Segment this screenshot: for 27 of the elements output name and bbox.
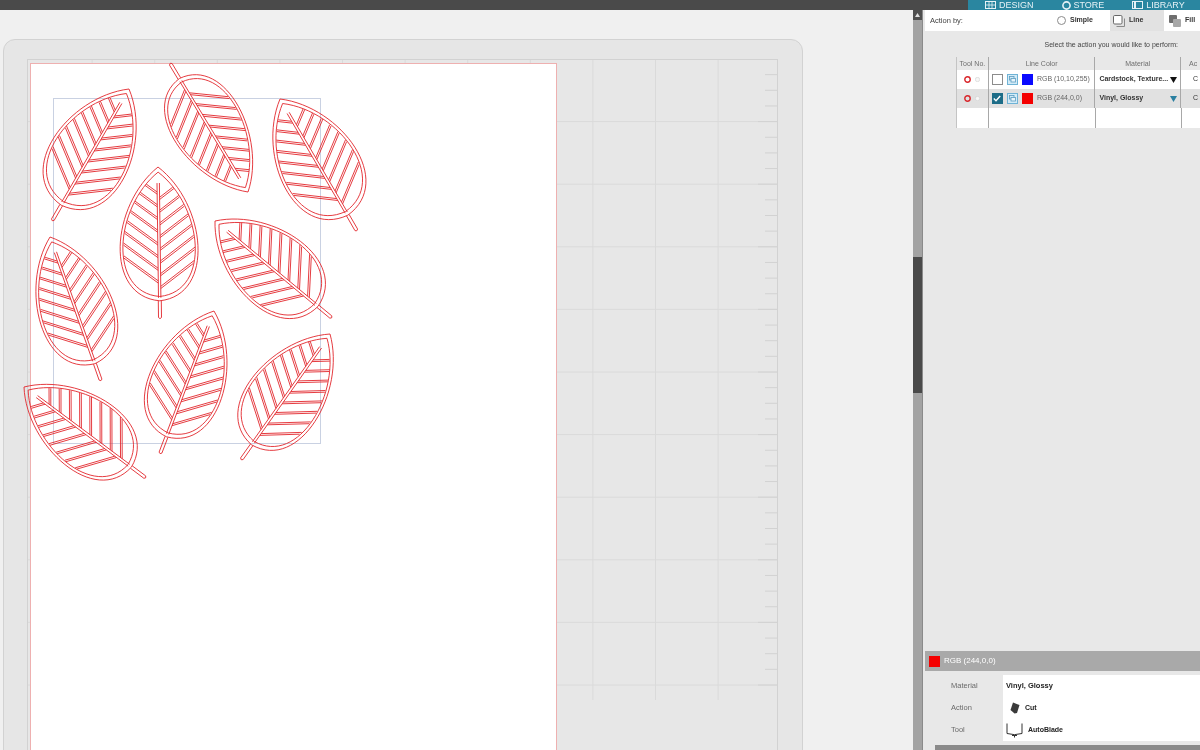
scroll-up-button[interactable] [913, 10, 922, 20]
ring-icon [964, 76, 971, 83]
ring-icon [964, 95, 971, 102]
dot-icon [975, 77, 980, 82]
scroll-thumb[interactable] [913, 257, 922, 393]
dot-icon [975, 96, 980, 101]
blade-icon [1010, 702, 1020, 714]
book-icon [1132, 1, 1144, 9]
square-outline-icon [1113, 14, 1125, 27]
layers-icon [1006, 93, 1018, 104]
filled-squares-icon [1169, 14, 1181, 27]
scrollbar[interactable] [913, 10, 923, 750]
checkbox[interactable] [991, 93, 1003, 104]
nav-tab[interactable]: LIBRARY [1132, 0, 1185, 10]
nav-tab[interactable]: STORE [1061, 0, 1105, 10]
layers-icon [1006, 74, 1018, 85]
caret-icon [1170, 95, 1178, 102]
triangle-up-icon [915, 13, 920, 17]
details-title: RGB (244,0,0) [944, 655, 996, 667]
nav-tab[interactable]: DESIGN [985, 0, 1034, 10]
checkmark-icon [993, 95, 1002, 102]
grid-icon [985, 1, 996, 9]
cup-icon [1006, 722, 1023, 738]
caret-icon [1170, 76, 1178, 83]
radio-icon [1057, 16, 1066, 25]
ring-icon [1061, 0, 1071, 10]
checkbox[interactable] [991, 74, 1003, 85]
